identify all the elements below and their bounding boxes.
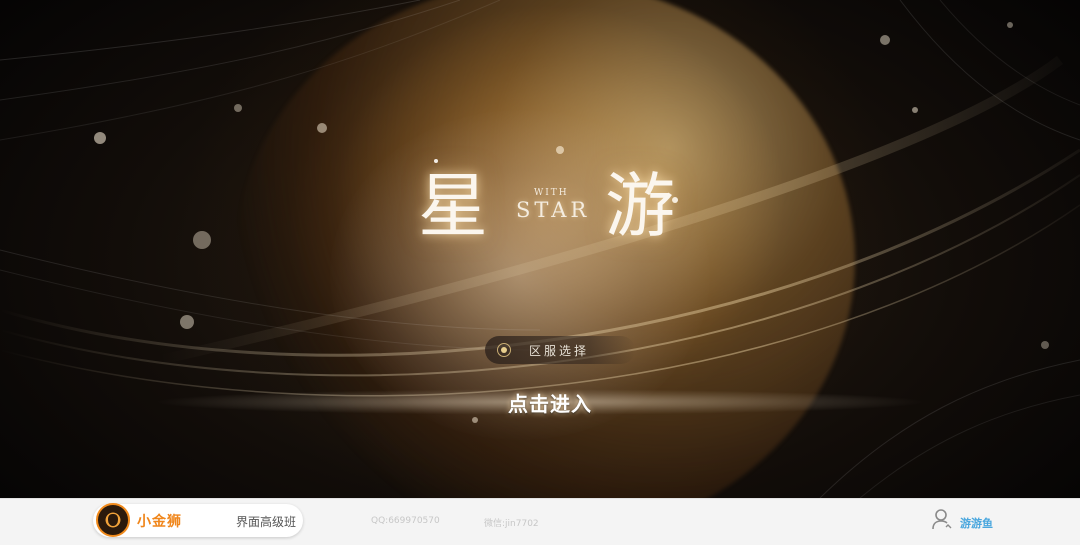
course-name: 界面高级班 (236, 515, 297, 529)
title-char-right: 游 (605, 165, 675, 247)
title-latin-text: STAR (516, 198, 591, 222)
enter-game-button[interactable]: 点击进入 (490, 388, 610, 418)
title-char-left: 星 (418, 165, 488, 247)
user-icon (932, 509, 952, 530)
brand-name: 小金狮 (137, 514, 182, 530)
qq-contact: QQ:669970570 (371, 516, 440, 526)
wechat-contact: 微信:jin7702 (484, 519, 539, 529)
radio-dot-icon (497, 343, 511, 357)
title-small-text: WITH (534, 188, 569, 198)
lion-icon (96, 503, 130, 537)
game-login-screen: 星 WITH STAR 游 区服选择 点击进入 (0, 0, 1080, 498)
server-select-label: 区服选择 (529, 343, 590, 358)
game-title-logo: 星 WITH STAR 游 (410, 150, 700, 250)
user-name: 游游鱼 (960, 517, 993, 530)
server-select-button[interactable]: 区服选择 (485, 336, 635, 364)
